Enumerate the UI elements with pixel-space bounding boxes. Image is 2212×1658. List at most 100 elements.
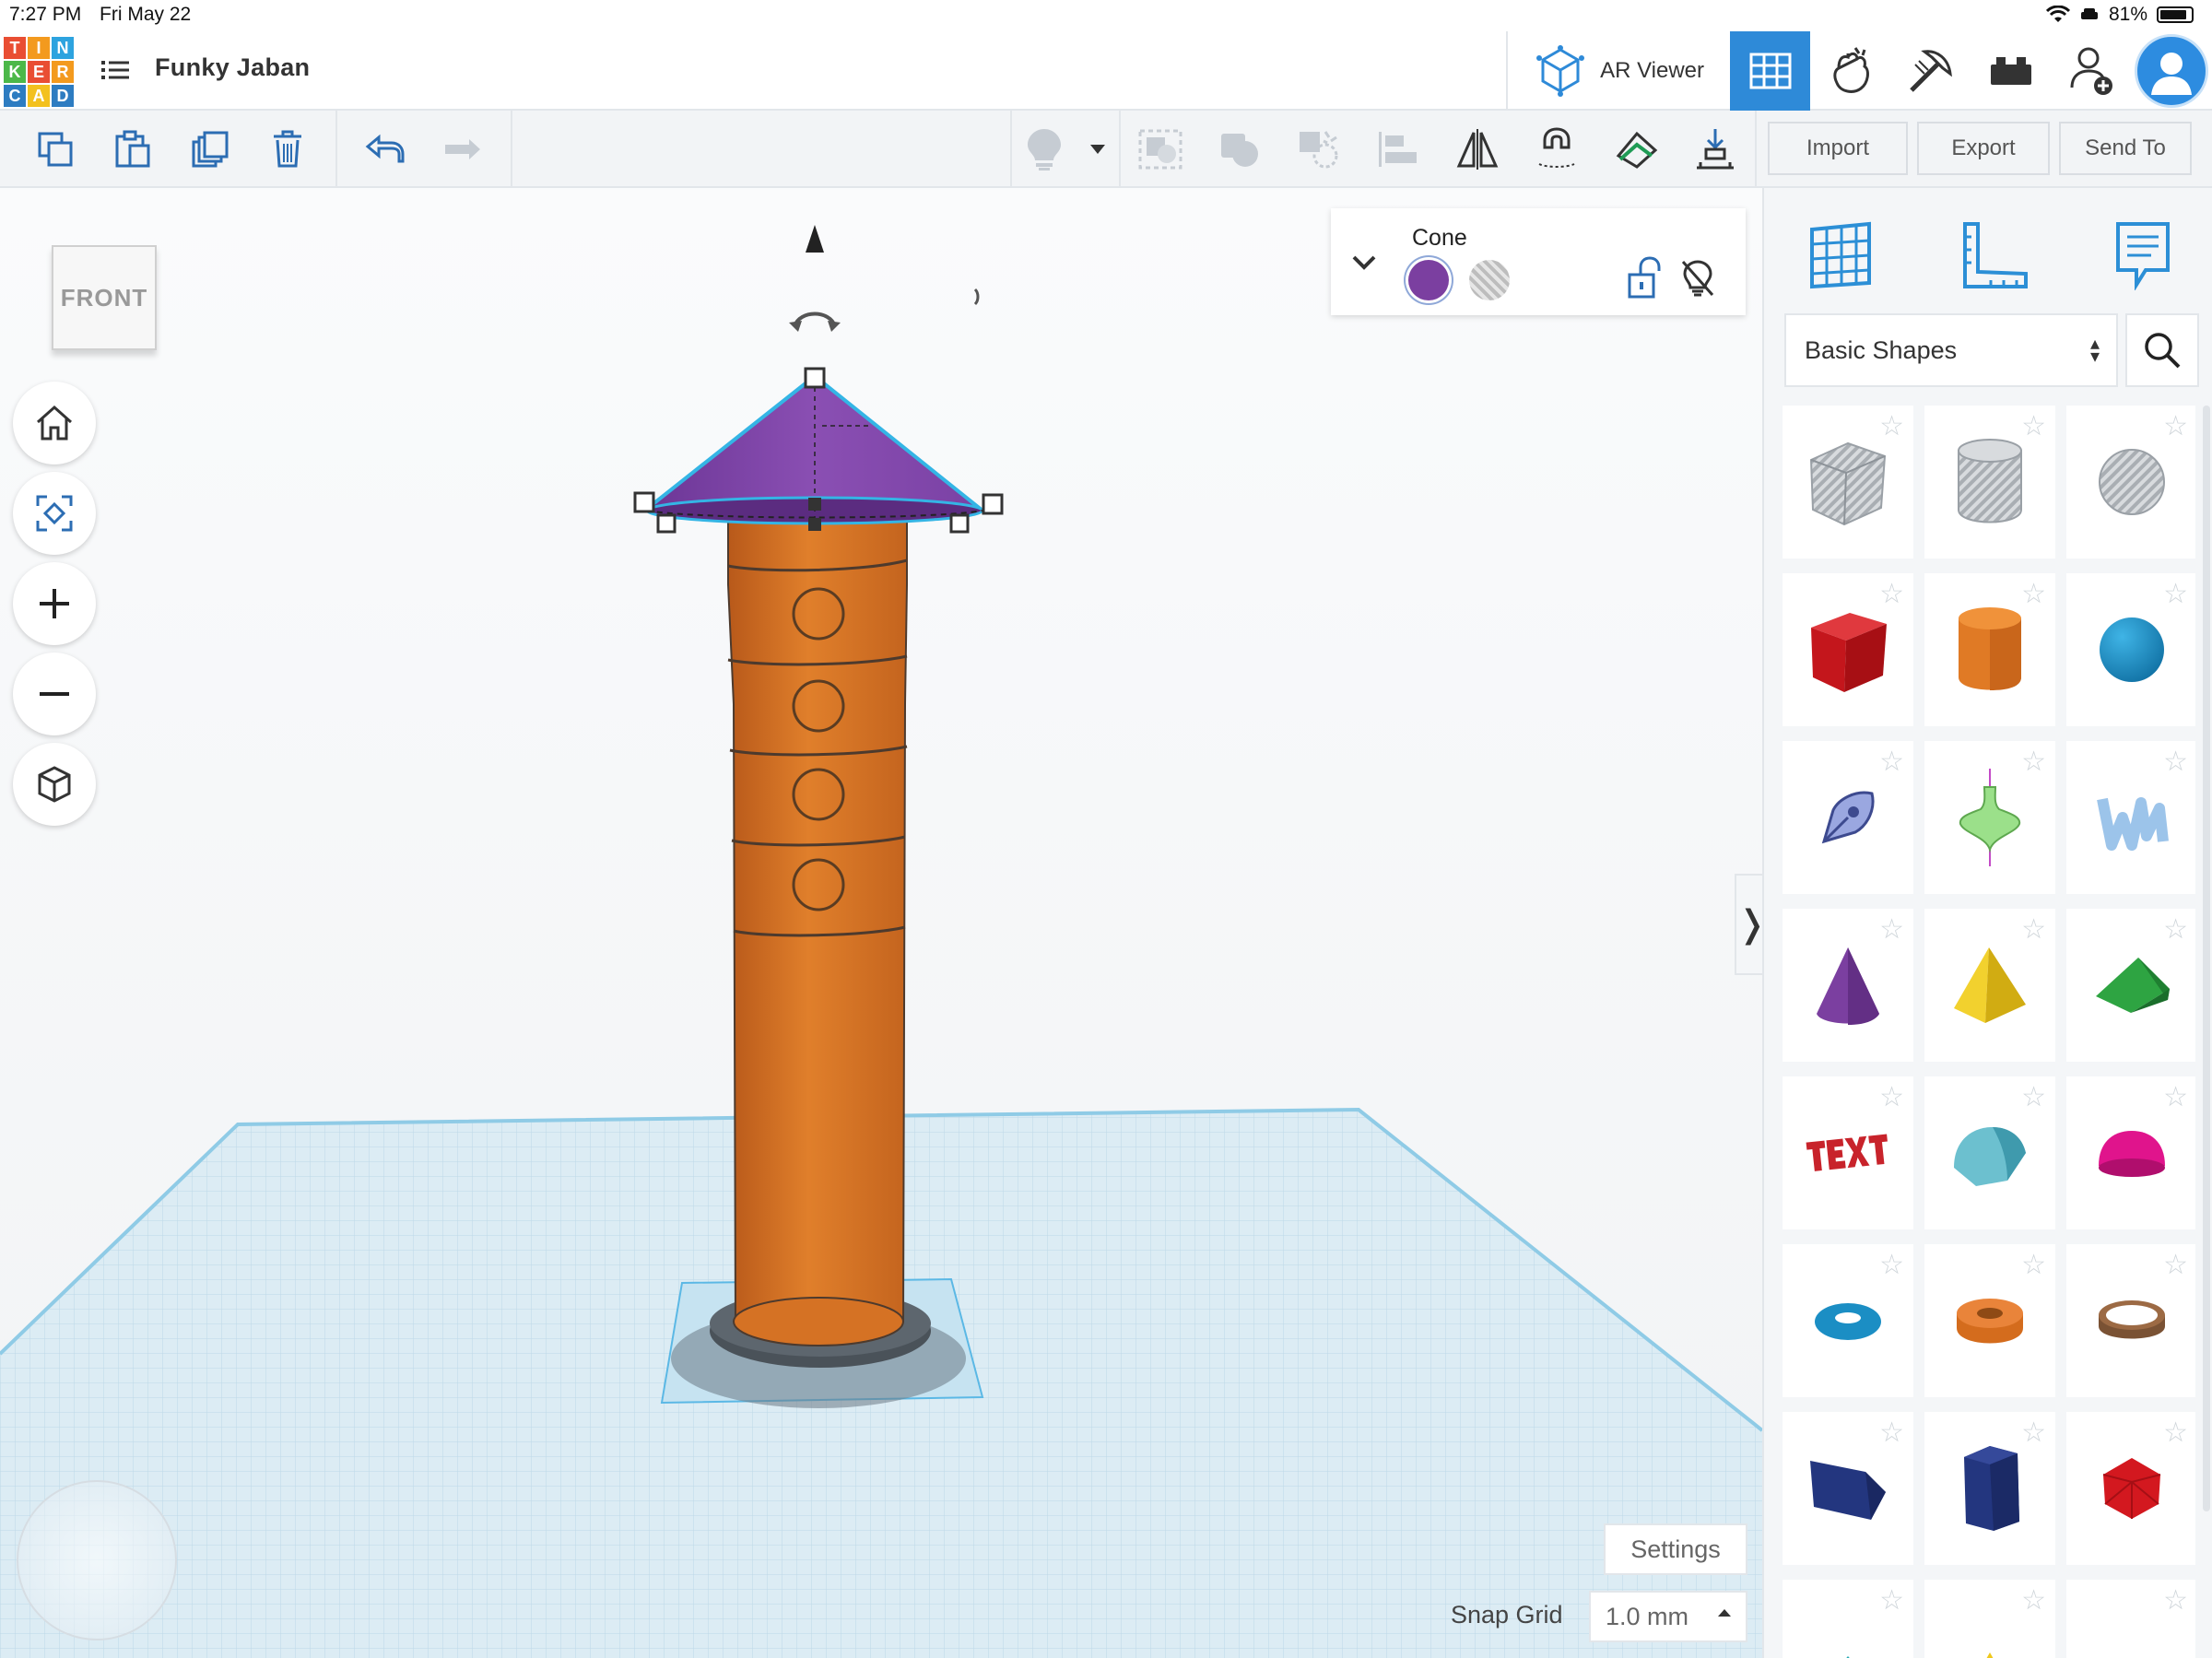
shape-tile-cylinder[interactable]: ☆	[1924, 573, 2055, 726]
view-cube[interactable]: FRONT	[52, 245, 157, 350]
favorite-star-icon[interactable]: ☆	[2163, 916, 2188, 944]
drop-button[interactable]	[1676, 111, 1755, 188]
shape-tile-pyramid[interactable]: ☆	[1924, 909, 2055, 1062]
favorite-star-icon[interactable]: ☆	[2021, 748, 2046, 776]
favorite-star-icon[interactable]: ☆	[1879, 748, 1904, 776]
scene-canvas[interactable]	[0, 188, 1762, 1658]
shape-tile-box[interactable]: ☆	[1783, 573, 1913, 726]
shape-category-select[interactable]: Basic Shapes ▴ ▾	[1784, 313, 2118, 387]
home-view-button[interactable]	[13, 382, 96, 464]
snap-grid-select[interactable]: 1.0 mm	[1589, 1591, 1747, 1642]
solid-color-swatch[interactable]	[1408, 260, 1449, 300]
workplane-grid-icon[interactable]	[1806, 220, 1875, 290]
favorite-star-icon[interactable]: ☆	[2021, 1252, 2046, 1279]
zoom-out-button[interactable]	[13, 653, 96, 735]
favorite-star-icon[interactable]: ☆	[1879, 413, 1904, 441]
undo-button[interactable]	[347, 111, 424, 188]
collapse-chevron-icon[interactable]	[1351, 254, 1377, 271]
shape-tile-icosahedron[interactable]: ☆	[2066, 1412, 2195, 1565]
panel-scrollbar[interactable]	[2203, 406, 2210, 1511]
delete-button[interactable]	[249, 111, 326, 188]
export-button[interactable]: Export	[1917, 122, 2050, 175]
notes-light-button[interactable]	[1012, 111, 1077, 188]
favorite-star-icon[interactable]: ☆	[2021, 1587, 2046, 1615]
shape-tile-torus[interactable]: ☆	[1783, 1244, 1913, 1397]
duplicate-button[interactable]	[171, 111, 249, 188]
shape-tile-text-curve[interactable]: ☆	[2066, 741, 2195, 894]
tinker-button[interactable]	[1810, 31, 1890, 111]
notes-icon[interactable]	[2114, 220, 2171, 290]
solid-button[interactable]	[1200, 111, 1279, 188]
hole-button[interactable]	[1279, 111, 1359, 188]
mirror-button[interactable]	[1438, 111, 1517, 188]
bricks-button[interactable]	[1971, 31, 2051, 111]
light-dropdown[interactable]	[1077, 111, 1119, 188]
paste-button[interactable]	[94, 111, 171, 188]
shape-tile-ring[interactable]: ☆	[2066, 1244, 2195, 1397]
shape-tile-box-hole[interactable]: ☆	[1783, 406, 1913, 559]
panel-collapse-tab[interactable]: ❭	[1735, 874, 1762, 975]
lift-arrow-icon[interactable]	[806, 225, 824, 253]
ruler-icon[interactable]	[1959, 220, 2030, 290]
shape-tile-cylinder-hole[interactable]: ☆	[1924, 406, 2055, 559]
favorite-star-icon[interactable]: ☆	[2163, 1084, 2188, 1111]
shape-tile-sphere[interactable]: ☆	[2066, 573, 2195, 726]
ar-viewer-button[interactable]: AR Viewer	[1506, 31, 1730, 111]
3d-design-button[interactable]	[1730, 31, 1810, 111]
send-to-button[interactable]: Send To	[2059, 122, 2192, 175]
navigation-joystick[interactable]	[17, 1480, 177, 1640]
favorite-star-icon[interactable]: ☆	[2163, 413, 2188, 441]
hole-swatch[interactable]	[1469, 260, 1510, 300]
import-button[interactable]: Import	[1768, 122, 1908, 175]
shape-tile-star[interactable]: ☆	[1783, 1580, 1913, 1658]
favorite-star-icon[interactable]: ☆	[2021, 1084, 2046, 1111]
shape-tile-cone[interactable]: ☆	[1783, 909, 1913, 1062]
redo-button[interactable]	[424, 111, 501, 188]
project-title[interactable]: Funky Jaban	[155, 53, 310, 82]
align-button[interactable]	[1359, 111, 1438, 188]
tinkercad-logo[interactable]: TIN KER CAD	[4, 37, 74, 107]
favorite-star-icon[interactable]: ☆	[2163, 581, 2188, 608]
favorite-star-icon[interactable]: ☆	[2163, 748, 2188, 776]
favorite-star-icon[interactable]: ☆	[1879, 1252, 1904, 1279]
group-button[interactable]	[1121, 111, 1200, 188]
zoom-in-button[interactable]	[13, 562, 96, 645]
favorite-star-icon[interactable]: ☆	[1879, 1587, 1904, 1615]
favorite-star-icon[interactable]: ☆	[2021, 413, 2046, 441]
avatar[interactable]	[2135, 34, 2208, 108]
workplane-viewport[interactable]: FRONT Cone Settings Snap Grid 1.0 mm	[0, 188, 1762, 1658]
favorite-star-icon[interactable]: ☆	[2163, 1587, 2188, 1615]
favorite-star-icon[interactable]: ☆	[1879, 1084, 1904, 1111]
rotate-side-handle-icon[interactable]	[973, 288, 980, 306]
orange-tower[interactable]	[727, 514, 908, 1346]
favorite-star-icon[interactable]: ☆	[1879, 916, 1904, 944]
shape-tile-roof[interactable]: ☆	[2066, 909, 2195, 1062]
settings-button[interactable]: Settings	[1604, 1523, 1747, 1575]
cruise-magnet-button[interactable]	[1517, 111, 1596, 188]
shape-tile-text[interactable]: ☆	[1783, 1076, 1913, 1229]
shape-tile-half-round[interactable]: ☆	[1924, 1076, 2055, 1229]
shape-tile-scribble[interactable]: ☆	[1783, 741, 1913, 894]
favorite-star-icon[interactable]: ☆	[2021, 581, 2046, 608]
favorite-star-icon[interactable]: ☆	[2021, 1419, 2046, 1447]
ruler-workplane-button[interactable]	[1596, 111, 1676, 188]
shape-tile-wedge[interactable]: ☆	[1783, 1412, 1913, 1565]
shape-tile-tube[interactable]: ☆	[1924, 1244, 2055, 1397]
shape-tile-star-yellow[interactable]: ☆	[1924, 1580, 2055, 1658]
shape-tile-polygon[interactable]: ☆	[1924, 1412, 2055, 1565]
shape-tile-shape-generator[interactable]: ☆	[1924, 741, 2055, 894]
rotate-handle-icon[interactable]	[789, 312, 841, 333]
unlock-icon[interactable]	[1626, 256, 1663, 300]
favorite-star-icon[interactable]: ☆	[2163, 1252, 2188, 1279]
shape-tile-half-sphere[interactable]: ☆	[2066, 1076, 2195, 1229]
shape-tile-heart[interactable]: ☆	[2066, 1580, 2195, 1658]
shape-search-button[interactable]	[2125, 313, 2199, 387]
hide-light-icon[interactable]	[1679, 258, 1716, 299]
invite-button[interactable]	[2051, 31, 2131, 111]
favorite-star-icon[interactable]: ☆	[2163, 1419, 2188, 1447]
copy-button[interactable]	[17, 111, 94, 188]
favorite-star-icon[interactable]: ☆	[1879, 581, 1904, 608]
build-button[interactable]	[1890, 31, 1971, 111]
favorite-star-icon[interactable]: ☆	[1879, 1419, 1904, 1447]
fit-view-button[interactable]	[13, 472, 96, 555]
